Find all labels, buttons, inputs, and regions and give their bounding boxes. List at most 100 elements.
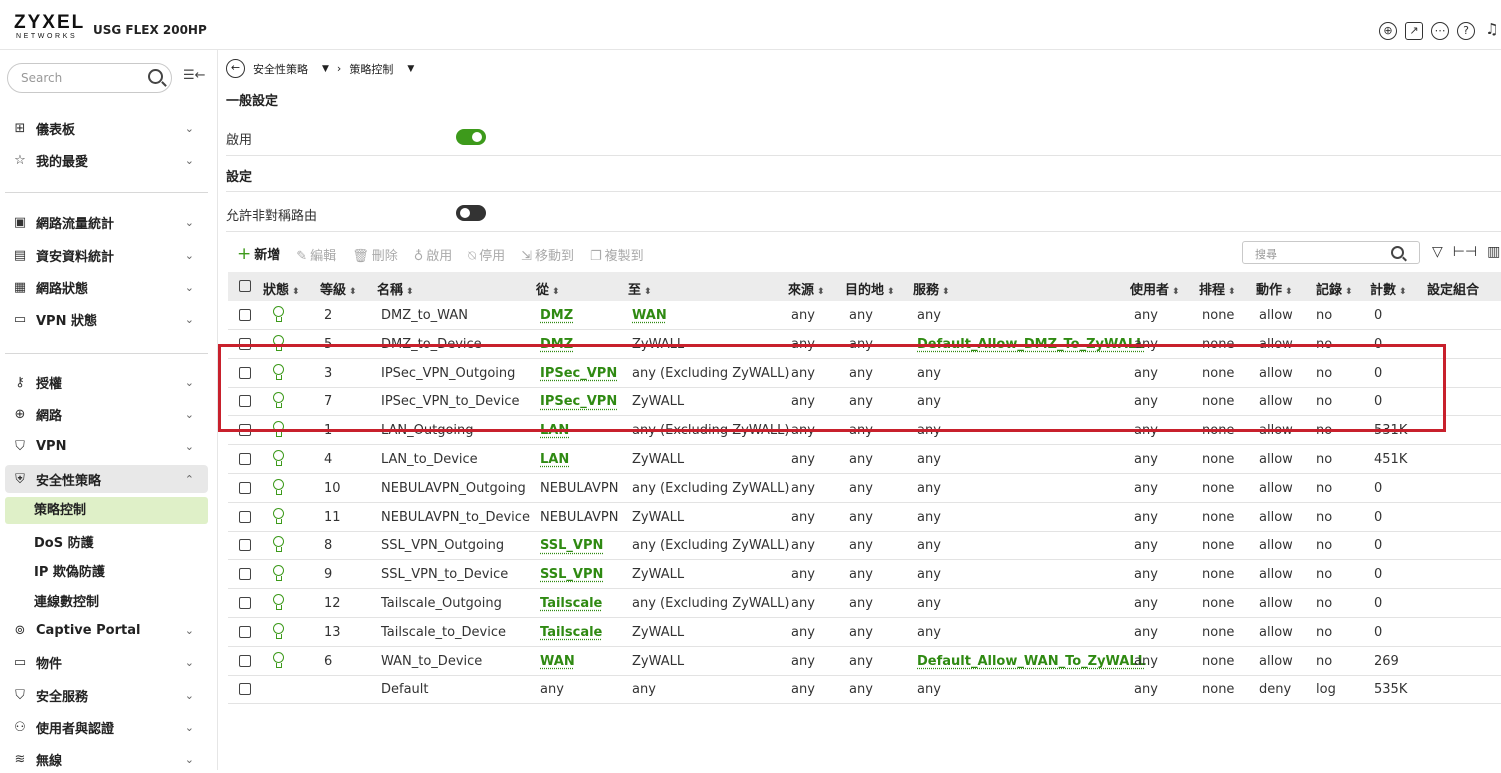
chevron-down-icon[interactable]: ▼	[322, 64, 329, 74]
cell-from[interactable]: DMZ	[540, 308, 573, 323]
sidebar-subitem-3[interactable]: 連線數控制	[34, 591, 99, 610]
sidebar-item-0[interactable]: ⊞ 儀表板 ⌄	[0, 114, 208, 142]
sort-icon[interactable]: ⬍	[1228, 287, 1236, 297]
sort-icon[interactable]: ⬍	[406, 287, 414, 297]
chevron-down-icon[interactable]: ⌄	[185, 216, 194, 229]
breadcrumb-level1[interactable]: 安全性策略	[253, 61, 308, 77]
row-checkbox[interactable]	[239, 309, 251, 321]
row-checkbox[interactable]	[239, 654, 251, 667]
enable-toggle[interactable]	[456, 129, 486, 145]
sort-icon[interactable]: ⬍	[1285, 287, 1293, 297]
sidebar-item-1[interactable]: ☆ 我的最愛 ⌄	[0, 146, 208, 174]
sidebar-subitem-1[interactable]: DoS 防護	[34, 532, 94, 551]
sort-icon[interactable]: ⬍	[292, 287, 300, 297]
table-row[interactable]: 12 Tailscale_Outgoing Tailscale any (Exclud…	[228, 589, 1501, 618]
column-header[interactable]: 狀態 ⬍	[263, 279, 300, 298]
chart-icon[interactable]: ↗	[1405, 22, 1423, 40]
column-header[interactable]: 記錄 ⬍	[1316, 279, 1353, 298]
sort-icon[interactable]: ⬍	[1172, 287, 1180, 297]
table-row[interactable]: 11 NEBULAVPN_to_Device NEBULAVPN ZyWALL any a…	[228, 503, 1501, 532]
column-header[interactable]: 至 ⬍	[628, 279, 652, 298]
column-header[interactable]: 計數 ⬍	[1370, 279, 1407, 298]
sort-icon[interactable]: ⬍	[644, 287, 652, 297]
table-row[interactable]: 2 DMZ_to_WAN DMZ WAN any any any any none allow no…	[228, 301, 1501, 330]
table-row[interactable]: 10 NEBULAVPN_Outgoing NEBULAVPN any (Exclud…	[228, 474, 1501, 503]
row-checkbox[interactable]	[239, 481, 251, 494]
bell-icon[interactable]: ♫	[1483, 22, 1501, 40]
more-icon[interactable]: ⋯	[1431, 22, 1449, 40]
chevron-down-icon[interactable]: ⌄	[185, 408, 194, 421]
sidebar-subitem-0[interactable]: 策略控制	[5, 497, 208, 524]
table-row[interactable]: 6 WAN_to_Device WAN ZyWALL any any Default_All…	[228, 647, 1501, 676]
back-icon[interactable]: ←	[226, 59, 245, 78]
help-icon[interactable]: ?	[1457, 22, 1475, 40]
columns-icon[interactable]: ▥	[1487, 244, 1500, 260]
sidebar-item-3[interactable]: ▤ 資安資料統計 ⌄	[0, 241, 208, 269]
chevron-down-icon[interactable]: ⌄	[185, 376, 194, 389]
move-to-button[interactable]: ⇲ 移動到	[521, 245, 574, 264]
filter-icon[interactable]: ▽	[1432, 244, 1443, 260]
row-checkbox[interactable]	[239, 625, 251, 638]
cell-from[interactable]: SSL_VPN	[540, 567, 603, 582]
chevron-down-icon[interactable]: ▼	[407, 64, 414, 74]
sidebar-item-10[interactable]: ⊚ Captive Portal ⌄	[0, 616, 208, 644]
row-checkbox[interactable]	[239, 539, 251, 552]
row-checkbox[interactable]	[239, 510, 251, 523]
sidebar-subitem-2[interactable]: IP 欺偽防護	[34, 561, 105, 580]
sidebar-item-4[interactable]: ▦ 網路狀態 ⌄	[0, 273, 208, 301]
sidebar-item-6[interactable]: ⚷ 授權 ⌄	[0, 368, 208, 396]
breadcrumb-level2[interactable]: 策略控制	[349, 61, 393, 77]
column-header[interactable]: 動作 ⬍	[1256, 279, 1293, 298]
table-search-input[interactable]: 搜尋	[1242, 241, 1420, 264]
sort-icon[interactable]: ⬍	[887, 287, 895, 297]
column-header[interactable]: 服務 ⬍	[913, 279, 950, 298]
column-header[interactable]: 等級 ⬍	[320, 279, 357, 298]
sidebar-item-9[interactable]: ⛨ 安全性策略 ⌃	[5, 465, 208, 493]
chevron-down-icon[interactable]: ⌄	[185, 249, 194, 262]
column-header[interactable]: 目的地 ⬍	[845, 279, 895, 298]
chevron-down-icon[interactable]: ⌄	[185, 656, 194, 669]
row-checkbox[interactable]	[239, 683, 251, 696]
activate-button[interactable]: ♁ 啟用	[414, 245, 453, 264]
chevron-down-icon[interactable]: ⌄	[185, 721, 194, 734]
collapse-icon[interactable]: ☰←	[183, 68, 206, 83]
chevron-down-icon[interactable]: ⌄	[185, 154, 194, 167]
chevron-down-icon[interactable]: ⌄	[185, 440, 194, 453]
asym-route-toggle[interactable]	[456, 205, 486, 221]
sidebar-item-13[interactable]: ⚇ 使用者與認證 ⌄	[0, 713, 208, 741]
sidebar-item-2[interactable]: ▣ 網路流量統計 ⌄	[0, 208, 208, 236]
sort-icon[interactable]: ⬍	[942, 287, 950, 297]
search-icon[interactable]	[148, 69, 163, 84]
sidebar-search-input[interactable]: Search	[7, 63, 172, 93]
sidebar-item-5[interactable]: ▭ VPN 狀態 ⌄	[0, 305, 208, 333]
delete-button[interactable]: 🗑 刪除	[352, 245, 398, 264]
chevron-down-icon[interactable]: ⌄	[185, 122, 194, 135]
chevron-down-icon[interactable]: ⌄	[185, 689, 194, 702]
row-checkbox[interactable]	[239, 453, 251, 465]
chevron-down-icon[interactable]: ⌄	[185, 753, 194, 766]
column-header[interactable]: 排程 ⬍	[1199, 279, 1236, 298]
sort-icon[interactable]: ⬍	[1399, 287, 1407, 297]
chevron-up-icon[interactable]: ⌃	[185, 473, 194, 486]
sidebar-item-8[interactable]: ⛉ VPN ⌄	[0, 432, 208, 460]
column-header[interactable]: 從 ⬍	[536, 279, 560, 298]
column-header[interactable]: 名稱 ⬍	[377, 279, 414, 298]
table-row[interactable]: 8 SSL_VPN_Outgoing SSL_VPN any (Excluding Z…	[228, 531, 1501, 561]
table-row[interactable]: 4 LAN_to_Device LAN ZyWALL any any any any none a…	[228, 445, 1501, 474]
chevron-down-icon[interactable]: ⌄	[185, 313, 194, 326]
sort-icon[interactable]: ⬍	[349, 287, 357, 297]
row-checkbox[interactable]	[239, 568, 251, 581]
row-checkbox[interactable]	[239, 597, 251, 609]
sort-icon[interactable]: ⬍	[1345, 287, 1353, 297]
sort-icon[interactable]: ⬍	[552, 287, 560, 297]
cell-service[interactable]: Default_Allow_WAN_To_ZyWALL	[917, 654, 1146, 669]
edit-button[interactable]: ✎ 編輯	[296, 245, 336, 264]
select-all-checkbox[interactable]	[239, 280, 251, 292]
table-row[interactable]: 13 Tailscale_to_Device Tailscale ZyWALL any a…	[228, 618, 1501, 647]
search-icon[interactable]	[1391, 246, 1404, 259]
add-button[interactable]: + 新增	[237, 244, 280, 264]
sort-icon[interactable]: ⬍	[817, 287, 825, 297]
cell-to[interactable]: WAN	[632, 308, 667, 323]
cell-from[interactable]: LAN	[540, 452, 569, 467]
copy-to-button[interactable]: ❐ 複製到	[590, 245, 644, 264]
